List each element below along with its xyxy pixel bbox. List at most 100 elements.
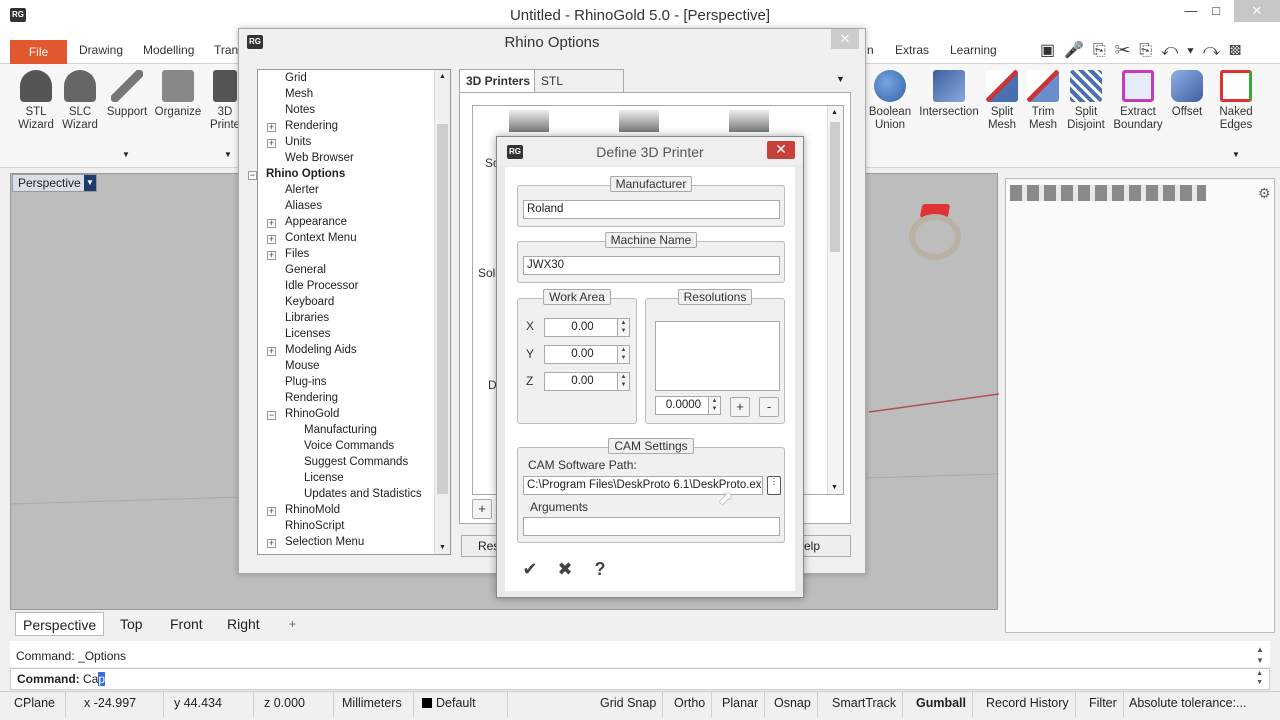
tree-item[interactable]: RhinoMold <box>285 504 340 516</box>
tab-perspective[interactable]: Perspective <box>15 612 105 636</box>
help-question-icon[interactable]: ? <box>588 557 612 581</box>
tab-mesh[interactable]: n <box>867 43 874 57</box>
resolution-field[interactable]: 0.0000 <box>655 396 709 415</box>
osnap-toggle[interactable]: Osnap <box>768 692 818 717</box>
planar-toggle[interactable]: Planar <box>716 692 766 717</box>
close-options-button[interactable]: ✕ <box>831 29 859 49</box>
tree-item[interactable]: Rendering <box>285 120 338 132</box>
tree-expander-icon[interactable]: + <box>267 139 276 148</box>
tree-item[interactable]: Alerter <box>285 184 319 196</box>
tree-expander-icon[interactable]: + <box>267 251 276 260</box>
tabs-dropdown-icon[interactable]: ▼ <box>836 74 845 84</box>
tree-expander-icon[interactable]: + <box>267 235 276 244</box>
slc-wizard-button[interactable]: SLC Wizard <box>58 70 102 132</box>
tree-item[interactable]: General <box>285 264 326 276</box>
machine-name-field[interactable]: JWX30 <box>523 256 780 275</box>
viewport-label[interactable]: Perspective ▼ <box>12 174 97 192</box>
tree-item[interactable]: RhinoGold <box>285 408 339 420</box>
tree-item[interactable]: Rendering <box>285 392 338 404</box>
layer-status[interactable]: Default <box>418 692 508 717</box>
close-window-button[interactable]: ✕ <box>1234 0 1280 22</box>
stl-wizard-button[interactable]: STL Wizard <box>14 70 58 132</box>
panel-expand-icon[interactable]: ▼ <box>122 150 130 159</box>
record-history-toggle[interactable]: Record History <box>980 692 1076 717</box>
tree-item[interactable]: Licenses <box>285 328 330 340</box>
tree-expander-icon[interactable]: − <box>248 171 257 180</box>
tab-learning[interactable]: Learning <box>950 43 997 57</box>
tree-expander-icon[interactable]: + <box>267 123 276 132</box>
ortho-toggle[interactable]: Ortho <box>668 692 713 717</box>
tree-item[interactable]: Updates and Stadistics <box>304 488 422 500</box>
tree-item[interactable]: Aliases <box>285 200 322 212</box>
tree-item[interactable]: Mouse <box>285 360 320 372</box>
extract-boundary-button[interactable]: Extract Boundary <box>1112 70 1164 132</box>
smarttrack-toggle[interactable]: SmartTrack <box>826 692 904 717</box>
file-tab[interactable]: File <box>10 40 67 65</box>
command-input[interactable]: Ca <box>83 672 98 686</box>
tree-item[interactable]: Appearance <box>285 216 347 228</box>
x-stepper[interactable]: ▲ ▼ <box>617 318 630 337</box>
tree-item[interactable]: Selection Menu <box>285 536 364 548</box>
tree-item[interactable]: Libraries <box>285 312 329 324</box>
panel-toolbar-icons[interactable] <box>1010 185 1206 201</box>
tree-expander-icon[interactable]: + <box>267 219 276 228</box>
tree-item[interactable]: Web Browser <box>285 152 354 164</box>
intersection-button[interactable]: Intersection <box>918 70 980 119</box>
tree-item[interactable]: Keyboard <box>285 296 334 308</box>
work-area-x-field[interactable]: 0.00 <box>544 318 618 337</box>
panel-expand-icon-2[interactable]: ▼ <box>224 150 232 159</box>
manufacturer-field[interactable]: Roland <box>523 200 780 219</box>
offset-button[interactable]: Offset <box>1168 70 1206 119</box>
command-dropdown-icon[interactable]: ▲ ▼ <box>1256 669 1263 687</box>
cplane-status[interactable]: CPlane <box>8 692 66 717</box>
tree-item[interactable]: Manufacturing <box>304 424 377 436</box>
split-mesh-button[interactable]: Split Mesh <box>984 70 1020 132</box>
split-disjoint-button[interactable]: Split Disjoint <box>1064 70 1108 132</box>
add-resolution-button[interactable]: + <box>730 397 750 417</box>
tab-transform[interactable]: Tran <box>214 43 238 57</box>
tab-drawing[interactable]: Drawing <box>79 43 123 57</box>
printer-icon[interactable] <box>619 110 659 132</box>
tree-item[interactable]: Voice Commands <box>304 440 394 452</box>
tree-expander-icon[interactable]: + <box>267 539 276 548</box>
3d-printer-button[interactable]: 3D Printe <box>210 70 240 132</box>
help-button[interactable]: elp <box>799 535 851 557</box>
tree-expander-icon[interactable]: + <box>267 347 276 356</box>
tree-item[interactable]: Units <box>285 136 311 148</box>
tab-front[interactable]: Front <box>163 612 210 636</box>
quick-access-toolbar[interactable]: ▣🎤⎘✂⎘↶▾↷▩ <box>1040 40 1250 60</box>
z-stepper[interactable]: ▲ ▼ <box>617 372 630 391</box>
tree-item[interactable]: Rhino Options <box>266 168 345 180</box>
tree-item[interactable]: Notes <box>285 104 315 116</box>
remove-resolution-button[interactable]: - <box>759 397 779 417</box>
tab-modelling[interactable]: Modelling <box>143 43 194 57</box>
tree-item[interactable]: Grid <box>285 72 307 84</box>
command-line[interactable]: Command: Cap ▲ ▼ <box>10 668 1270 690</box>
add-viewport-icon[interactable]: + <box>282 612 303 636</box>
tab-extras[interactable]: Extras <box>895 43 929 57</box>
tab-right[interactable]: Right <box>220 612 267 636</box>
restore-defaults-button[interactable]: Res <box>461 535 501 557</box>
maximize-button[interactable]: □ <box>1201 0 1231 22</box>
gumball-toggle[interactable]: Gumball <box>910 692 974 717</box>
tree-item[interactable]: Context Menu <box>285 232 357 244</box>
trim-mesh-button[interactable]: Trim Mesh <box>1025 70 1061 132</box>
tree-item[interactable]: RhinoScript <box>285 520 344 532</box>
y-stepper[interactable]: ▲ ▼ <box>617 345 630 364</box>
gear-icon[interactable]: ⚙ <box>1258 185 1271 202</box>
printer-icon[interactable] <box>509 110 549 132</box>
tree-scrollbar[interactable]: ▲ ▼ <box>434 70 450 554</box>
cancel-x-icon[interactable]: ✖ <box>553 557 577 581</box>
close-dialog-button[interactable]: ✕ <box>767 141 795 159</box>
tree-expander-icon[interactable]: + <box>267 507 276 516</box>
tree-item[interactable]: Mesh <box>285 88 313 100</box>
boolean-union-button[interactable]: Boolean Union <box>866 70 914 132</box>
history-scroll-icon[interactable]: ▲ ▼ <box>1256 644 1264 666</box>
browse-button[interactable]: ⋮ <box>767 476 781 495</box>
tree-item[interactable]: Suggest Commands <box>304 456 408 468</box>
tab-3d-printers[interactable]: 3D Printers <box>459 69 538 93</box>
viewport-menu-icon[interactable]: ▼ <box>84 175 96 191</box>
resolution-stepper[interactable]: ▲ ▼ <box>708 396 721 415</box>
printer-icon[interactable] <box>729 110 769 132</box>
grid-snap-toggle[interactable]: Grid Snap <box>594 692 664 717</box>
